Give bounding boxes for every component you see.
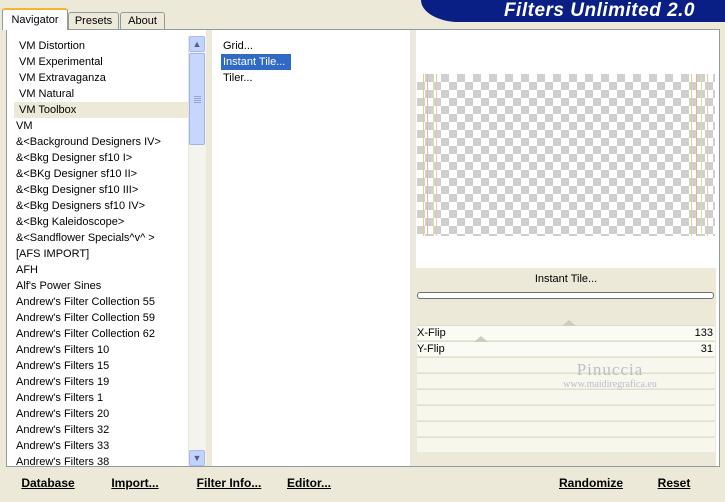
category-item[interactable]: &<Bkg Designer sf10 III> (14, 182, 192, 198)
category-item[interactable]: Andrew's Filters 33 (14, 438, 192, 454)
chevron-up-icon: ▲ (192, 39, 202, 49)
preview-stripe (691, 74, 692, 236)
slider-value: 133 (694, 327, 713, 339)
category-item[interactable]: &<Bkg Designers sf10 IV> (14, 198, 192, 214)
slider-track[interactable] (455, 336, 675, 356)
category-item[interactable]: VM (14, 118, 192, 134)
slider-thumb[interactable] (474, 336, 489, 342)
preview-stripe (707, 74, 708, 236)
category-list[interactable]: VM Distortion VM Experimental VM Extravaga… (14, 38, 192, 470)
preview-stripe (696, 74, 697, 236)
category-item[interactable]: Andrew's Filters 19 (14, 374, 192, 390)
category-item[interactable]: VM Toolbox (14, 102, 192, 118)
panel-divider (206, 30, 212, 466)
preview-stripe (423, 74, 424, 236)
tab-navigator[interactable]: Navigator (2, 8, 68, 30)
category-item[interactable]: Andrew's Filter Collection 62 (14, 326, 192, 342)
category-item[interactable]: Andrew's Filters 10 (14, 342, 192, 358)
category-item[interactable]: Andrew's Filters 15 (14, 358, 192, 374)
category-scrollbar[interactable]: ▲ ▼ (188, 36, 206, 466)
brand-banner: Filters Unlimited 2.0 (421, 0, 725, 22)
import-button[interactable]: Import... (100, 468, 170, 498)
scroll-thumb[interactable] (189, 53, 205, 145)
slider-label: Y-Flip (417, 343, 445, 355)
filter-list[interactable]: Grid... Instant Tile... Tiler... (221, 38, 291, 86)
category-item[interactable]: &<Background Designers IV> (14, 134, 192, 150)
category-item[interactable]: &<Bkg Designer sf10 I> (14, 150, 192, 166)
tab-presets[interactable]: Presets (68, 12, 119, 29)
tab-about[interactable]: About (120, 12, 165, 29)
category-item[interactable]: Andrew's Filters 32 (14, 422, 192, 438)
empty-slider-row (417, 389, 715, 404)
preview-stripe (427, 74, 428, 236)
preview-stripe (701, 74, 702, 236)
filter-item[interactable]: Tiler... (221, 70, 291, 86)
empty-slider-row (417, 421, 715, 436)
category-item[interactable]: VM Experimental (14, 54, 192, 70)
category-item[interactable]: Andrew's Filters 20 (14, 406, 192, 422)
slider-label: X-Flip (417, 327, 446, 339)
filter-info-button[interactable]: Filter Info... (184, 468, 274, 498)
category-item[interactable]: &<Sandflower Specials^v^ > (14, 230, 192, 246)
empty-slider-row (417, 437, 715, 452)
category-item[interactable]: VM Extravaganza (14, 70, 192, 86)
watermark-name: Pinuccia (576, 360, 644, 379)
editor-button[interactable]: Editor... (276, 468, 342, 498)
category-item[interactable]: Andrew's Filter Collection 59 (14, 310, 192, 326)
category-item[interactable]: VM Natural (14, 86, 192, 102)
grip-icon (194, 96, 201, 103)
main-panel: VM Distortion VM Experimental VM Extravaga… (6, 29, 720, 470)
chevron-down-icon: ▼ (192, 453, 202, 463)
randomize-button[interactable]: Randomize (554, 468, 628, 498)
progress-bar (417, 292, 714, 299)
category-item[interactable]: &<BKg Designer sf10 II> (14, 166, 192, 182)
slider-thumb[interactable] (562, 320, 577, 326)
scroll-down-button[interactable]: ▼ (189, 450, 205, 466)
preview-stripe (433, 74, 434, 236)
empty-slider-row (417, 405, 715, 420)
slider-y-flip[interactable]: Y-Flip 31 (417, 336, 715, 356)
database-button[interactable]: Database (8, 468, 88, 498)
category-item[interactable]: Andrew's Filter Collection 55 (14, 294, 192, 310)
preview-stripe (436, 74, 437, 236)
filter-title: Instant Tile... (534, 273, 598, 285)
preview-image (417, 74, 715, 236)
category-item[interactable]: [AFS IMPORT] (14, 246, 192, 262)
category-item[interactable]: Andrew's Filters 1 (14, 390, 192, 406)
filter-item[interactable]: Grid... (221, 38, 291, 54)
category-item[interactable]: AFH (14, 262, 192, 278)
watermark: Pinuccia www.maidiregrafica.eu (540, 361, 680, 391)
reset-button[interactable]: Reset (648, 468, 700, 498)
filter-item[interactable]: Instant Tile... (221, 54, 291, 70)
slider-x-flip[interactable]: X-Flip 133 (417, 320, 715, 340)
watermark-url: www.maidiregrafica.eu (563, 379, 657, 390)
scroll-up-button[interactable]: ▲ (189, 36, 205, 52)
footer-toolbar: Database Import... Filter Info... Editor… (6, 468, 720, 498)
category-item[interactable]: &<Bkg Kaleidoscope> (14, 214, 192, 230)
category-item[interactable]: Alf's Power Sines (14, 278, 192, 294)
category-item[interactable]: VM Distortion (14, 38, 192, 54)
slider-value: 31 (700, 343, 713, 355)
